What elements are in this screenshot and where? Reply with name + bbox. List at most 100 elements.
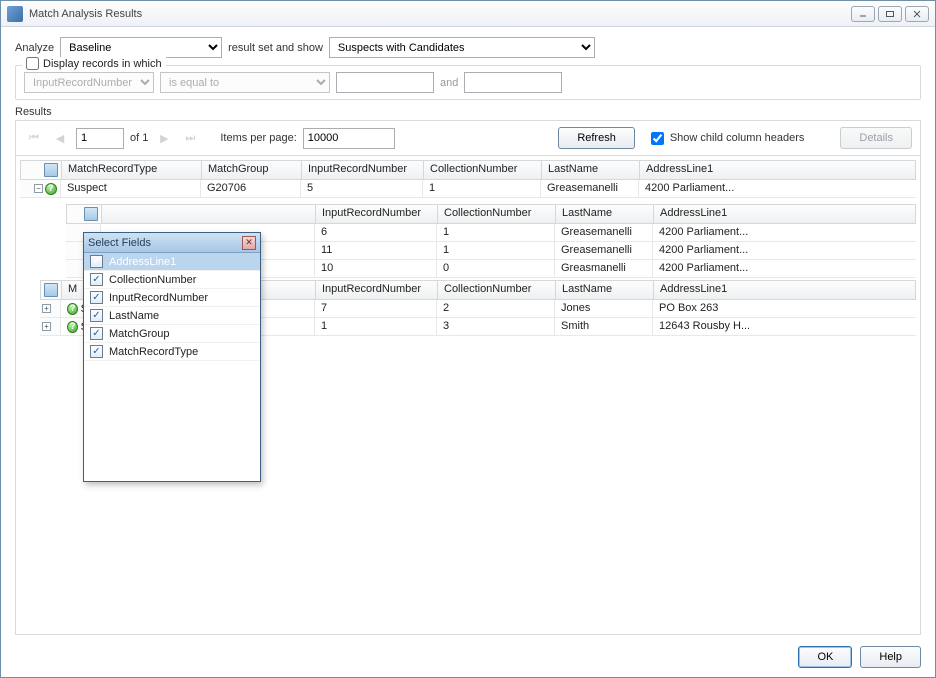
minimize-button[interactable]	[851, 6, 875, 22]
cell: 0	[436, 260, 554, 277]
suspect-icon	[67, 321, 78, 333]
page-input[interactable]	[76, 128, 124, 149]
titlebar: Match Analysis Results	[1, 1, 935, 27]
filter-op-select[interactable]: is equal to	[160, 72, 330, 93]
popup-item[interactable]: ✓ AddressLine1	[84, 253, 260, 271]
cell: 10	[314, 260, 436, 277]
last-page-button[interactable]: ⏭	[180, 128, 200, 148]
analyze-row: Analyze Baseline result set and show Sus…	[15, 37, 921, 58]
cell: G20706	[200, 180, 300, 197]
col-addr[interactable]: AddressLine1	[639, 161, 749, 179]
cell: 4200 Parliament...	[652, 242, 762, 259]
footer: OK Help	[1, 635, 935, 677]
select-fields-popup: Select Fields ✕ ✓ AddressLine1 ✓ Collect…	[83, 232, 261, 482]
cell: 4200 Parliament...	[652, 260, 762, 277]
popup-title: Select Fields	[88, 237, 151, 249]
popup-close-button[interactable]: ✕	[242, 236, 256, 250]
popup-item[interactable]: ✓ LastName	[84, 307, 260, 325]
content: Analyze Baseline result set and show Sus…	[1, 27, 935, 635]
analyze-label: Analyze	[15, 42, 54, 54]
show-select[interactable]: Suspects with Candidates	[329, 37, 595, 58]
close-button[interactable]	[905, 6, 929, 22]
popup-item[interactable]: ✓ MatchRecordType	[84, 343, 260, 361]
col-coll[interactable]: CollectionNumber	[423, 161, 541, 179]
cell: 2	[436, 300, 554, 317]
col-irn[interactable]: InputRecordNumber	[315, 205, 437, 223]
help-button[interactable]: Help	[860, 646, 921, 668]
results-label: Results	[15, 106, 921, 118]
col-irn[interactable]: InputRecordNumber	[301, 161, 423, 179]
maximize-button[interactable]	[878, 6, 902, 22]
popup-item-label: CollectionNumber	[109, 274, 196, 286]
ok-button[interactable]: OK	[798, 646, 852, 668]
window-title: Match Analysis Results	[29, 8, 848, 20]
ipp-input[interactable]	[303, 128, 395, 149]
cell: Smith	[554, 318, 652, 335]
popup-item[interactable]: ✓ CollectionNumber	[84, 271, 260, 289]
pager-bar: ⏮ ◀ of 1 ▶ ⏭ Items per page: Refresh Sho…	[15, 120, 921, 155]
expander-icon[interactable]: +	[42, 304, 51, 313]
popup-item[interactable]: ✓ MatchGroup	[84, 325, 260, 343]
popup-item-label: LastName	[109, 310, 159, 322]
cell: 6	[314, 224, 436, 241]
col-irn[interactable]: InputRecordNumber	[315, 281, 437, 299]
checkbox-icon[interactable]: ✓	[90, 345, 103, 358]
checkbox-icon[interactable]: ✓	[90, 273, 103, 286]
cell: Jones	[554, 300, 652, 317]
cell: Greasemanelli	[540, 180, 638, 197]
col-addr[interactable]: AddressLine1	[653, 205, 763, 223]
cell: 7	[314, 300, 436, 317]
expander-icon[interactable]: +	[42, 322, 51, 331]
col-last[interactable]: LastName	[555, 281, 653, 299]
popup-titlebar: Select Fields ✕	[84, 233, 260, 253]
col-coll[interactable]: CollectionNumber	[437, 281, 555, 299]
checkbox-icon[interactable]: ✓	[90, 309, 103, 322]
cell: 3	[436, 318, 554, 335]
cell: PO Box 263	[652, 300, 762, 317]
analyze-select[interactable]: Baseline	[60, 37, 222, 58]
col-last[interactable]: LastName	[541, 161, 639, 179]
grid-child-header: InputRecordNumber CollectionNumber LastN…	[66, 204, 916, 224]
expander-icon[interactable]: −	[34, 184, 43, 193]
cell: 1	[436, 224, 554, 241]
suspect-icon	[45, 183, 57, 195]
filter-legend-text: Display records in which	[43, 58, 162, 70]
popup-item-label: InputRecordNumber	[109, 292, 208, 304]
filter-enable-checkbox[interactable]	[26, 57, 39, 70]
table-row[interactable]: − Suspect G20706 5 1 Greasemanelli 4200 …	[20, 180, 916, 198]
col-type[interactable]: MatchRecordType	[61, 161, 201, 179]
show-child-headers-label: Show child column headers	[670, 132, 805, 144]
col-last[interactable]: LastName	[555, 205, 653, 223]
col-addr[interactable]: AddressLine1	[653, 281, 763, 299]
checkbox-icon[interactable]: ✓	[90, 255, 103, 268]
suspect-icon	[67, 303, 78, 315]
filter-field-select[interactable]: InputRecordNumber	[24, 72, 154, 93]
show-child-headers-checkbox[interactable]	[651, 132, 664, 145]
table-icon	[84, 207, 98, 221]
filter-value1-input[interactable]	[336, 72, 434, 93]
popup-list: ✓ AddressLine1 ✓ CollectionNumber ✓ Inpu…	[84, 253, 260, 481]
details-button[interactable]: Details	[840, 127, 912, 149]
first-page-button[interactable]: ⏮	[24, 128, 44, 148]
table-icon	[44, 163, 58, 177]
checkbox-icon[interactable]: ✓	[90, 291, 103, 304]
cell: Suspect	[60, 180, 200, 197]
filter-group: Display records in which InputRecordNumb…	[15, 65, 921, 100]
prev-page-button[interactable]: ◀	[50, 128, 70, 148]
ipp-label: Items per page:	[220, 132, 296, 144]
filter-and-label: and	[440, 77, 458, 89]
popup-item[interactable]: ✓ InputRecordNumber	[84, 289, 260, 307]
col-group[interactable]: MatchGroup	[201, 161, 301, 179]
page-of-label: of 1	[130, 132, 148, 144]
refresh-button[interactable]: Refresh	[558, 127, 635, 149]
cell: 5	[300, 180, 422, 197]
cell: Greasmanelli	[554, 260, 652, 277]
col-coll[interactable]: CollectionNumber	[437, 205, 555, 223]
app-icon	[7, 6, 23, 22]
checkbox-icon[interactable]: ✓	[90, 327, 103, 340]
popup-item-label: MatchGroup	[109, 328, 170, 340]
cell: 4200 Parliament...	[652, 224, 762, 241]
next-page-button[interactable]: ▶	[154, 128, 174, 148]
filter-value2-input[interactable]	[464, 72, 562, 93]
resultset-label: result set and show	[228, 42, 323, 54]
